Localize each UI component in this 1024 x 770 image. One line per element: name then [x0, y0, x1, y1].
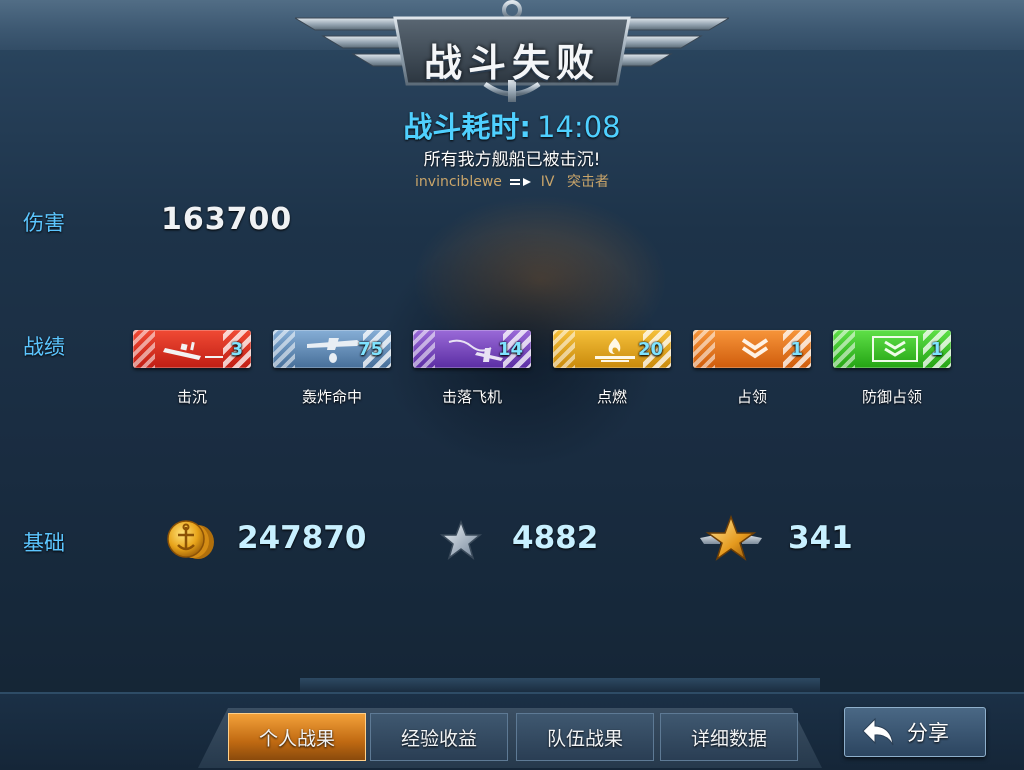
achievement-label: 击落飞机 — [441, 388, 502, 406]
achievement-count: 75 — [357, 339, 383, 360]
achievement-count: 14 — [497, 339, 523, 360]
tab-label: 详细数据 — [690, 727, 767, 750]
achievement-capture[interactable]: 1 — [693, 330, 811, 370]
result-message: 所有我方舰船已被击沉! — [423, 150, 601, 170]
player-info: invinciblewe IV 突击者 — [0, 171, 1024, 191]
achievement-count: 1 — [790, 339, 803, 360]
damage-value: 163700 — [161, 202, 293, 237]
achievement-label: 点燃 — [596, 388, 627, 406]
defeat-banner: 战斗失败 — [295, 0, 729, 110]
player-name: invinciblewe — [415, 174, 502, 190]
tab-experience-earnings[interactable]: 经验收益 — [370, 713, 508, 761]
achievement-defend-capture[interactable]: 1 — [833, 330, 951, 370]
achievement-label: 防御占领 — [861, 388, 922, 406]
achievement-count: 20 — [637, 339, 663, 360]
defeat-title: 战斗失败 — [423, 41, 600, 85]
achievement-bomb-hit[interactable]: 75 — [273, 330, 391, 370]
share-button[interactable]: 分享 — [844, 707, 986, 757]
achievement-fires[interactable]: 20 — [553, 330, 671, 370]
duration-value: 14:08 — [537, 110, 621, 144]
tab-label: 个人战果 — [258, 727, 335, 750]
tab-label: 经验收益 — [400, 727, 477, 750]
achievement-planes-downed[interactable]: 14 — [413, 330, 531, 370]
defend-capture-icon — [872, 336, 918, 362]
achievement-label: 轰炸命中 — [301, 388, 362, 406]
achievements-label: 战绩 — [23, 335, 65, 359]
experience-star-icon — [440, 520, 482, 560]
tab-label: 队伍战果 — [546, 727, 623, 750]
experience-value: 4882 — [512, 520, 599, 556]
achievement-label: 击沉 — [176, 388, 207, 406]
achievement-count: 1 — [930, 339, 943, 360]
share-arrow-icon — [862, 717, 894, 746]
ship-tier: IV — [540, 174, 555, 190]
tab-team-results[interactable]: 队伍战果 — [516, 713, 654, 761]
chevron-capture-icon — [741, 338, 769, 359]
ship-name: 突击者 — [566, 174, 609, 190]
tab-personal-results[interactable]: 个人战果 — [228, 713, 366, 761]
achievement-sink[interactable]: 3 — [133, 330, 251, 370]
sinking-ship-icon — [163, 341, 223, 360]
tab-detailed-data[interactable]: 详细数据 — [660, 713, 798, 761]
achievement-label: 占领 — [736, 388, 767, 406]
base-label: 基础 — [23, 531, 65, 555]
credits-coin-icon — [167, 520, 214, 559]
share-label: 分享 — [907, 721, 949, 745]
duration-label: 战斗耗时: — [403, 110, 532, 144]
captain-experience-star-icon — [700, 514, 762, 561]
ship-arrow-icon — [510, 178, 532, 186]
achievement-count: 3 — [230, 339, 243, 360]
captain-experience-value: 341 — [788, 520, 853, 556]
damage-label: 伤害 — [23, 211, 65, 235]
battle-duration: 战斗耗时: 14:08 — [0, 104, 1024, 146]
credits-value: 247870 — [237, 520, 367, 556]
